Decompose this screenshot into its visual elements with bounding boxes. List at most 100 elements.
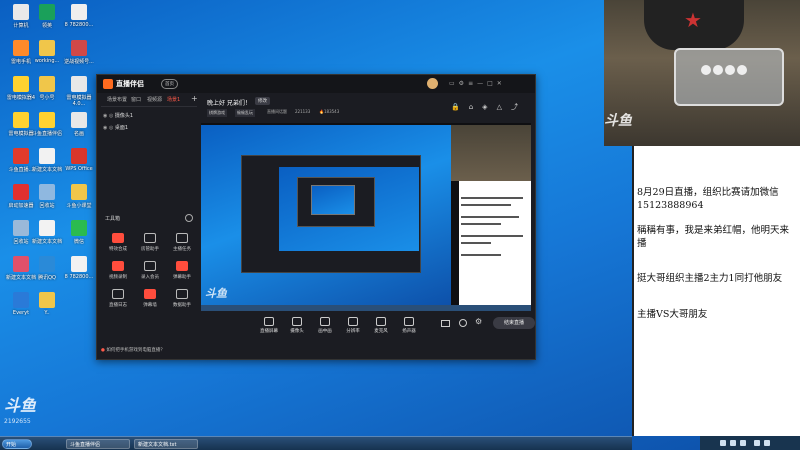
tools-collapse-icon[interactable] xyxy=(185,214,193,222)
tools-header: 工具箱 xyxy=(105,216,121,222)
desktop-icon-image xyxy=(39,112,55,128)
desktop-icon-image xyxy=(39,184,55,200)
user-avatar[interactable] xyxy=(427,78,438,89)
bottom-tool[interactable]: 分辨率 xyxy=(341,317,365,334)
settings-gear-icon[interactable]: ⚙ xyxy=(475,317,482,326)
desktop-icon[interactable]: 斗鱼直播伴侣 xyxy=(30,112,64,137)
record-icon[interactable] xyxy=(459,319,467,327)
desktop-icon-label: Y.. xyxy=(44,310,50,316)
toolbox-item[interactable]: 主播任务 xyxy=(169,233,195,252)
source-item[interactable]: ◉ ◎ 摄像头1 xyxy=(103,112,133,119)
category-tag-2[interactable]: 偷偷乱玩 xyxy=(235,109,255,117)
desktop-icon[interactable]: 8 782800... xyxy=(62,256,96,280)
toolbox-item[interactable]: 直播日志 xyxy=(105,289,131,308)
heat-count: 🔥183543 xyxy=(319,109,340,114)
app-logo-icon xyxy=(103,79,113,89)
desktop-icon-image xyxy=(39,148,55,164)
desktop-icon[interactable]: 微信 xyxy=(62,220,96,245)
note-line-2: 稱稱有事，我是来弟红帽，他明天来播 xyxy=(637,225,790,249)
share-icon[interactable]: ⤴ xyxy=(511,103,527,111)
scene-tab[interactable]: 场景1 xyxy=(167,96,180,103)
desktop-icon[interactable]: 雷电模拟器4.0... xyxy=(62,76,96,107)
taskbar-app-2[interactable]: 新建文本文档.txt xyxy=(134,439,198,449)
edit-title-button[interactable]: 修改 xyxy=(255,97,270,105)
desktop-icon-label: 斗鱼小课堂 xyxy=(66,203,92,209)
scene-tab[interactable]: 视频源 xyxy=(147,96,162,103)
category-tag-1[interactable]: 棋牌游戏 xyxy=(207,109,227,117)
start-button[interactable]: 开始 xyxy=(2,439,32,449)
desktop-icon[interactable]: 新建文本文档 xyxy=(30,220,64,245)
preview-nested-core xyxy=(311,185,355,215)
desktop-icon[interactable]: 新建文本文档 xyxy=(30,148,64,173)
header-actions: 🔒⌂◈△⤴ xyxy=(451,102,527,112)
desktop-icon-label: 回收站 xyxy=(39,203,55,209)
desktop-icon[interactable]: 8 782800... xyxy=(62,4,96,28)
visibility-eye-icon[interactable]: ◉ ◎ xyxy=(103,113,115,119)
bottom-tool[interactable]: 直播屏幕 xyxy=(257,317,281,334)
desktop-icon-label: 腾讯QQ xyxy=(38,275,56,281)
toolbox-item-icon xyxy=(176,233,188,243)
maximize-icon[interactable]: □ xyxy=(487,80,497,87)
toolbox-item[interactable]: 特效合成 xyxy=(105,233,131,252)
desktop-icon[interactable]: working... xyxy=(30,40,64,64)
desktop-icon[interactable]: 名画 xyxy=(62,112,96,137)
bottom-tool[interactable]: 扬声器 xyxy=(397,317,421,334)
desktop-icon[interactable]: Y.. xyxy=(30,292,64,316)
desktop-icon[interactable]: 逆战视频号... xyxy=(62,40,96,65)
desktop-icon-image xyxy=(71,112,87,128)
toolbox-item[interactable]: 弹幕助手 xyxy=(169,261,195,280)
scene-tab[interactable]: 场景布置 xyxy=(107,96,127,103)
desktop-icon[interactable]: 号小号 xyxy=(30,76,64,101)
stream-preview[interactable]: 斗鱼 xyxy=(201,123,531,311)
toolbox-item[interactable]: 视频录制 xyxy=(105,261,131,280)
source-item[interactable]: ◉ ◎ 桌面1 xyxy=(103,124,128,131)
desktop-icon-label: 8 782800... xyxy=(64,22,94,28)
pin-icon[interactable]: ⌂ xyxy=(469,103,482,111)
end-stream-button[interactable]: 结束直播 xyxy=(493,317,535,329)
tray-icon-1[interactable] xyxy=(720,440,726,446)
toolbox-item[interactable]: 弹幕墙 xyxy=(137,289,163,308)
scene-tab[interactable]: 窗口 xyxy=(131,96,141,103)
desktop-icon-image xyxy=(39,40,55,56)
toolbox-item-label: 弹幕墙 xyxy=(143,303,157,308)
room-topic-link[interactable]: 直播间话题 xyxy=(267,109,287,115)
bottom-tool[interactable]: 麦克风 xyxy=(369,317,393,334)
add-scene-icon[interactable]: + xyxy=(191,94,198,103)
preview-notes-lines xyxy=(461,197,529,256)
desktop-icon-image xyxy=(71,4,87,20)
camera-toggle-icon[interactable] xyxy=(441,320,450,327)
menu-icon[interactable]: ≡ xyxy=(468,80,477,87)
bottom-tool[interactable]: 画中画 xyxy=(313,317,337,334)
tray-volume-icon[interactable] xyxy=(754,440,760,446)
desktop-icon[interactable]: WPS Office xyxy=(62,148,96,172)
home-badge[interactable]: 首页 xyxy=(161,79,178,89)
close-icon[interactable]: ✕ xyxy=(497,80,506,87)
lock-icon[interactable]: 🔒 xyxy=(451,103,469,111)
help-hint-text: 如何把手机游戏到电脑直播？ xyxy=(106,348,165,353)
toolbox-item-label: 主播任务 xyxy=(173,247,191,252)
minimize-icon[interactable]: — xyxy=(477,80,487,87)
gift-icon[interactable]: ◈ xyxy=(482,103,496,111)
desktop-icon[interactable]: 领英 xyxy=(30,4,64,29)
desktop-icon[interactable]: 腾讯QQ xyxy=(30,256,64,281)
tray-icon-2[interactable] xyxy=(730,440,736,446)
desktop-icon-image xyxy=(39,76,55,92)
tray-icon-3[interactable] xyxy=(740,440,746,446)
bottom-tool[interactable]: 摄像头 xyxy=(285,317,309,334)
taskbar-app-1[interactable]: 斗鱼直播伴侣 xyxy=(66,439,130,449)
tray-network-icon[interactable] xyxy=(764,440,770,446)
desktop-icon[interactable]: 斗鱼小课堂 xyxy=(62,184,96,209)
visibility-eye-icon[interactable]: ◉ ◎ xyxy=(103,125,115,131)
desktop-icon[interactable]: 回收站 xyxy=(30,184,64,209)
toolbox-item[interactable]: 数据助手 xyxy=(169,289,195,308)
toolbox-item-icon xyxy=(176,261,188,271)
settings-icon[interactable]: ⚙ xyxy=(459,80,468,87)
toolbox-item[interactable]: 录入会员 xyxy=(137,261,163,280)
toolbox-item-label: 房管助手 xyxy=(141,247,159,252)
help-hint[interactable]: ● 如何把手机游戏到电脑直播？ xyxy=(101,347,165,353)
message-icon[interactable]: ▭ xyxy=(449,80,459,87)
toolbox-item[interactable]: 房管助手 xyxy=(137,233,163,252)
viewer-count: 221133 xyxy=(295,109,311,114)
bell-icon[interactable]: △ xyxy=(497,103,511,111)
desktop-icon-image xyxy=(13,256,29,272)
